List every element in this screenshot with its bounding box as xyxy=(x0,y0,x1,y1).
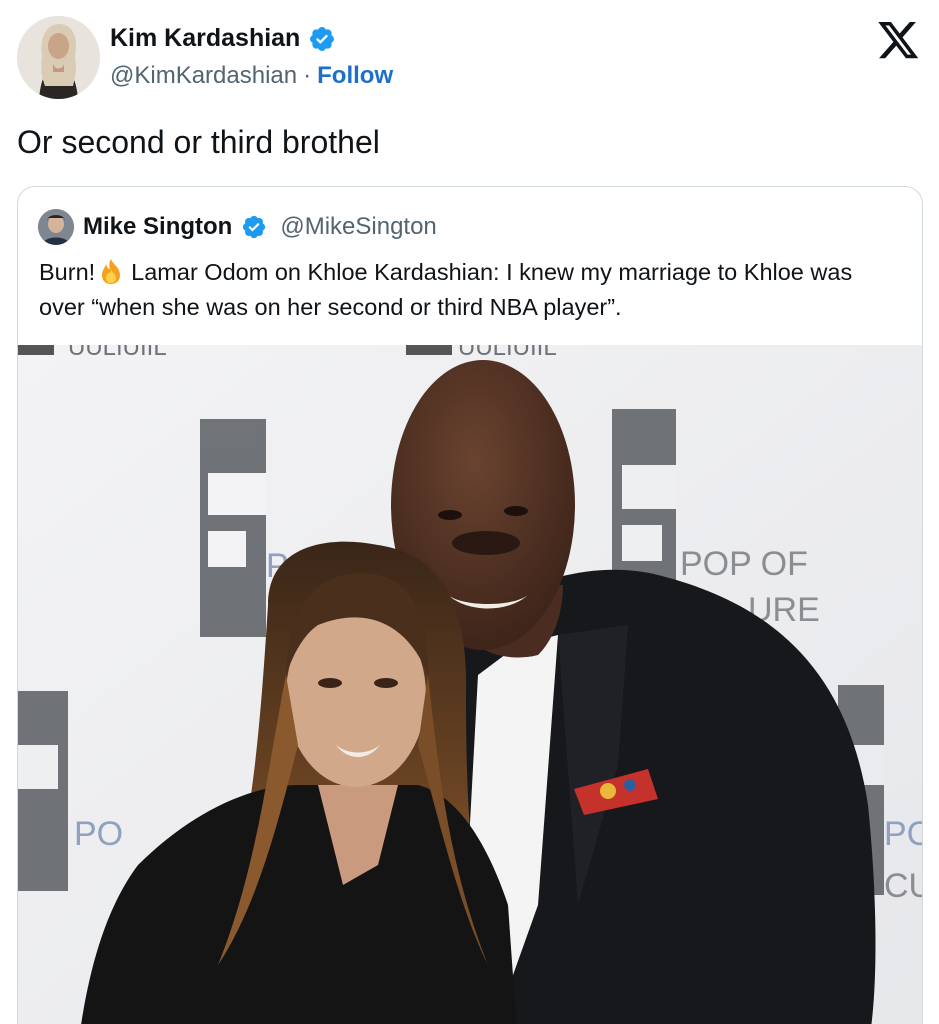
quoted-tweet-text: Burn! Lamar Odom on Khloe Kardashian: I … xyxy=(39,255,899,325)
x-logo-icon[interactable] xyxy=(878,22,920,60)
author-handle[interactable]: @KimKardashian xyxy=(110,62,297,90)
quoted-text-rest: Lamar Odom on Khloe Kardashian: I knew m… xyxy=(39,259,853,320)
tweet-text: Or second or third brothel xyxy=(17,124,380,160)
backdrop-text-top-left: UULIUIIL xyxy=(68,345,167,361)
backdrop-text-pc: PC xyxy=(884,815,923,853)
tweet-header: Kim Kardashian @KimKardashian · Follow xyxy=(17,16,922,102)
verified-badge-icon xyxy=(243,215,266,239)
backdrop-text-po-far-left: PO xyxy=(74,815,123,853)
quoted-author-handle[interactable]: @MikeSington xyxy=(280,213,436,241)
quoted-tweet-card[interactable]: Mike Sington @MikeSington Burn! Lamar Od… xyxy=(17,186,923,1024)
quoted-tweet-photo[interactable]: UULIUIIL UULIUIIL POP OF URE PO CU PC PO xyxy=(18,345,923,1024)
author-name[interactable]: Kim Kardashian xyxy=(110,24,300,53)
fire-emoji-icon xyxy=(102,259,121,284)
backdrop-text-top-mid: UULIUIIL xyxy=(458,345,557,361)
follow-button[interactable]: Follow xyxy=(317,62,393,90)
handle-separator: · xyxy=(303,62,312,89)
photo-illustration: UULIUIIL UULIUIIL POP OF URE PO CU PC PO xyxy=(18,345,923,1024)
author-avatar[interactable] xyxy=(17,16,100,99)
quoted-author-name[interactable]: Mike Sington xyxy=(83,213,232,241)
quoted-author-avatar[interactable] xyxy=(38,209,74,245)
verified-badge-icon xyxy=(310,26,335,51)
backdrop-text-pop-of: POP OF xyxy=(680,545,808,583)
quoted-text-start: Burn! xyxy=(39,259,96,285)
backdrop-text-cu: CU xyxy=(884,867,923,905)
